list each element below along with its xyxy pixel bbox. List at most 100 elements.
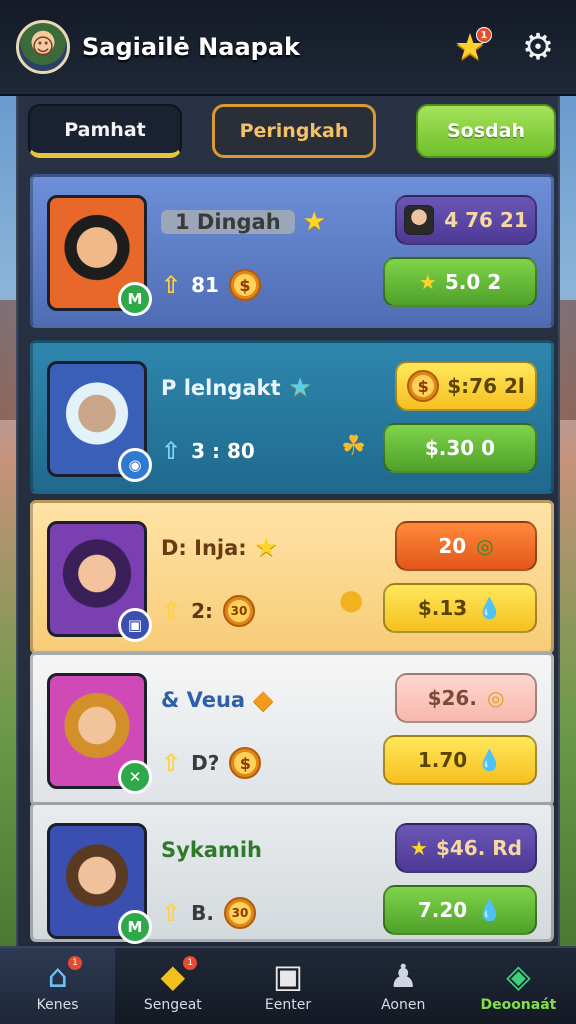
reward-button[interactable]: ★ 5.0 2 [383,257,537,307]
favorites-star-button[interactable]: ★ 1 [448,25,492,69]
nav-badge: 1 [68,956,82,970]
reward-value: $.13 [417,596,468,620]
nav-cards[interactable]: ▣ Eenter [230,948,345,1024]
level-up-icon: ⇧ [161,271,182,299]
score-value: 4 76 21 [444,208,528,232]
coin-icon: 30 [223,595,256,627]
swirl-icon: ◎ [476,534,494,558]
nav-label: Kenes [36,997,79,1013]
list-item[interactable]: ▣ D: Inja: ★ ⇧ 2: 30 ● 20 ◎ $.13 💧 [30,500,554,654]
gear-icon: ⚙ [521,26,555,68]
player-stats: ⇧ D? $ [161,743,262,783]
nav-badge: 1 [183,956,198,970]
level-up-icon: ⇧ [161,749,182,777]
player-name-row: D: Inja: ★ [161,525,278,571]
star-icon: ★ [288,373,312,403]
reward-value: 7.20 [417,898,468,922]
list-item[interactable]: M 1 Dingah ★ ⇧ 81 $ 4 76 21 ★ 5.0 2 [30,174,554,328]
player-name-label: & Veua [161,688,246,712]
bottom-nav: ⌂ 1 Kenes ◆ 1 Sengeat ▣ Eenter ♟ Aonen ◈… [0,946,576,1024]
score-value: $26. [427,686,477,710]
stat-value: 81 [191,273,219,297]
player-name-label: 1 Dingah [161,210,295,234]
player-avatar[interactable]: ☺ [16,20,70,74]
list-item[interactable]: M Sykamih ⇧ B. 30 ★ $46. Rd 7.20 💧 [30,802,554,944]
list-item[interactable]: ✕ & Veua ◆ ⇧ D? $ $26. ◎ 1.70 💧 [30,652,554,806]
ticket-icon: ◆ [160,957,186,995]
player-portrait: ▣ [47,521,152,642]
player-portrait: ✕ [47,673,152,794]
player-name-label: D: Inja: [161,536,247,560]
rank-badge-icon: ▣ [118,608,152,642]
player-name-row: & Veua ◆ [161,677,273,723]
player-portrait: M [47,195,152,316]
coin-icon: $ [229,747,262,779]
score-pill[interactable]: ★ $46. Rd [395,823,537,873]
player-stats: ⇧ B. 30 [161,893,256,933]
reward-button[interactable]: $.30 0 [383,423,537,473]
potion-icon: ◆ [253,685,274,715]
score-pill[interactable]: $ $:76 2l [395,361,537,411]
tab-pamhat[interactable]: Pamhat [28,104,182,158]
reward-value: $.30 0 [424,436,496,460]
card-icon: ▣ [272,957,304,995]
player-stats: ⇧ 3 : 80 [161,431,255,471]
rank-badge: M [118,910,152,944]
star-icon: ★ [410,836,428,860]
star-icon: ★ [418,270,437,294]
tab-bar: Pamhat Peringkah Sosdah [28,104,558,166]
tab-peringkah[interactable]: Peringkah [212,104,376,158]
stat-value: B. [191,901,214,925]
level-up-icon: ⇧ [161,597,182,625]
player-name-label: P lelngakt [161,376,281,400]
coin-icon: 30 [223,897,256,929]
coin-icon: $ [407,370,440,402]
star-icon: ★ [254,533,278,563]
nav-friends[interactable]: ♟ Aonen [346,948,461,1024]
drop-icon: 💧 [477,748,503,772]
reward-button[interactable]: $.13 💧 [383,583,537,633]
stat-value: D? [191,751,220,775]
nav-label: Eenter [264,997,312,1013]
rank-badge: M [118,282,152,316]
top-bar: ☺ Sagiailė Naapak ★ 1 ⚙ [0,0,576,96]
list-item[interactable]: ◉ P lelngakt ★ ⇧ 3 : 80 ☘ $ $:76 2l $.30… [30,340,554,494]
nav-gems[interactable]: ◈ Deoonaát [461,948,576,1024]
player-name-row: 1 Dingah ★ [161,199,326,245]
leaf-coin-icon: ● [339,583,364,616]
score-value: $46. Rd [435,836,522,860]
player-portrait: M [47,823,152,944]
nav-label: Deoonaát [480,997,557,1013]
player-name-row: P lelngakt ★ [161,365,312,411]
reward-value: 1.70 [417,748,468,772]
player-name-row: Sykamih [161,827,262,873]
settings-button[interactable]: ⚙ [516,25,560,69]
coin-icon: ◎ [486,686,505,710]
notification-badge: 1 [476,27,492,43]
home-icon: ⌂ [47,957,68,995]
reward-button[interactable]: 7.20 💧 [383,885,537,935]
player-name-label: Sykamih [161,838,262,862]
nav-label: Sengeat [143,997,202,1013]
tools-badge-icon: ✕ [118,760,152,794]
coin-icon: $ [228,269,261,301]
nav-tickets[interactable]: ◆ 1 Sengeat [115,948,230,1024]
player-name: Sagiailė Naapak [82,33,300,61]
player-stats: ⇧ 2: 30 [161,591,256,631]
player-portrait: ◉ [47,361,152,482]
score-pill[interactable]: 20 ◎ [395,521,537,571]
nav-home[interactable]: ⌂ 1 Kenes [0,948,116,1024]
shield-badge-icon: ◉ [118,448,152,482]
score-pill[interactable]: $26. ◎ [395,673,537,723]
reward-button[interactable]: 1.70 💧 [383,735,537,785]
reward-value: 5.0 2 [444,270,502,294]
stat-value: 3 : 80 [191,439,255,463]
score-value: 20 [438,534,467,558]
mini-avatar-icon [404,205,435,235]
score-pill[interactable]: 4 76 21 [395,195,537,245]
drop-icon: 💧 [477,596,503,620]
cauldron-icon: ☘ [341,429,367,462]
tab-sosdah[interactable]: Sosdah [416,104,556,158]
score-value: $:76 2l [447,374,525,398]
level-up-icon: ⇧ [161,437,182,465]
